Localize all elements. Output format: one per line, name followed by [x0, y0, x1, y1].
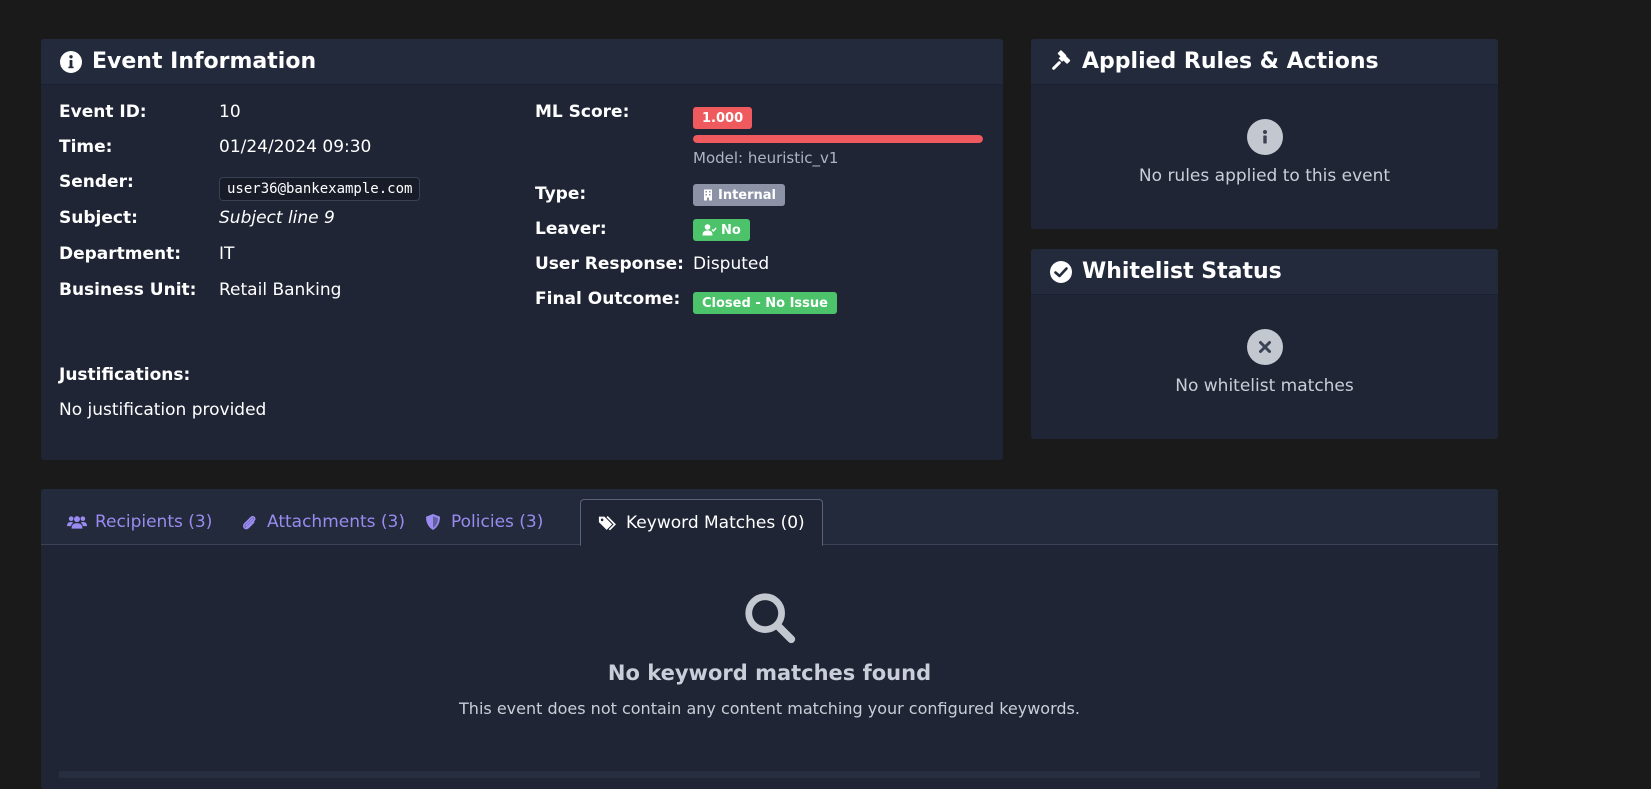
tab-policies-label: Policies (3): [451, 512, 544, 532]
whitelist-empty-state: No whitelist matches: [1031, 329, 1498, 396]
tab-keyword-matches[interactable]: Keyword Matches (0): [580, 499, 823, 546]
search-icon: [744, 593, 795, 644]
whitelist-status-title: Whitelist Status: [1082, 259, 1282, 284]
shield-icon: [426, 514, 440, 530]
keyword-empty-title: No keyword matches found: [607, 661, 932, 685]
justifications-value: No justification provided: [59, 400, 267, 420]
tab-recipients-label: Recipients (3): [95, 512, 213, 532]
users-icon: [67, 516, 87, 529]
whitelist-status-card: Whitelist Status No whitelist matches: [1031, 249, 1498, 439]
info-icon: [1246, 119, 1283, 155]
user-response-value: Disputed: [693, 254, 770, 274]
applied-rules-title: Applied Rules & Actions: [1082, 49, 1379, 74]
rules-empty-text: No rules applied to this event: [1138, 166, 1391, 186]
leaver-value: No: [721, 222, 741, 238]
event-details-tabs: Recipients (3) Attachments (3) Policies …: [41, 489, 1498, 789]
building-icon: [704, 189, 712, 201]
ml-model-text: Model: heuristic_v1: [693, 149, 839, 167]
sender-email: user36@bankexample.com: [219, 177, 421, 201]
event-id-value: 10: [219, 102, 241, 122]
tab-bar: Recipients (3) Attachments (3) Policies …: [41, 489, 1498, 546]
time-label: Time:: [59, 137, 113, 157]
ml-score-bar-fill: [693, 135, 983, 143]
ml-score-bar: [693, 135, 983, 143]
tab-attachments[interactable]: Attachments (3): [222, 499, 422, 545]
tab-policies[interactable]: Policies (3): [406, 499, 560, 545]
applied-rules-header: Applied Rules & Actions: [1031, 39, 1498, 85]
subject-label: Subject:: [59, 208, 138, 228]
type-label: Type:: [535, 184, 587, 204]
tab-attachments-label: Attachments (3): [267, 512, 406, 532]
user-check-icon: [702, 224, 717, 236]
type-value: Internal: [718, 187, 777, 203]
final-outcome-badge: Closed - No Issue: [693, 292, 837, 314]
sender-label: Sender:: [59, 172, 134, 192]
tab-recipients[interactable]: Recipients (3): [50, 499, 229, 545]
tags-icon: [598, 515, 616, 530]
department-value: IT: [219, 244, 235, 264]
keyword-empty-state: No keyword matches found This event does…: [41, 589, 1498, 718]
event-information-card: Event Information Event ID: 10 Time: 01/…: [41, 39, 1003, 460]
applied-rules-card: Applied Rules & Actions No rules applied…: [1031, 39, 1498, 229]
business-unit-value: Retail Banking: [219, 280, 342, 300]
leaver-badge: No: [693, 219, 750, 241]
event-information-header: Event Information: [41, 39, 1003, 85]
final-outcome-label: Final Outcome:: [535, 289, 681, 309]
panel-bottom-divider: [59, 771, 1480, 778]
whitelist-empty-text: No whitelist matches: [1175, 376, 1354, 396]
gavel-icon: [1049, 49, 1073, 74]
rules-empty-state: No rules applied to this event: [1031, 119, 1498, 186]
keyword-matches-panel: No keyword matches found This event does…: [41, 546, 1498, 789]
leaver-label: Leaver:: [535, 219, 607, 239]
ml-score-label: ML Score:: [535, 102, 630, 122]
paperclip-icon: [242, 515, 256, 530]
type-badge: Internal: [693, 184, 786, 206]
department-label: Department:: [59, 244, 182, 264]
business-unit-label: Business Unit:: [59, 280, 197, 300]
ml-score-badge: 1.000: [693, 107, 753, 129]
check-circle-icon: [1049, 260, 1073, 284]
event-information-title: Event Information: [92, 49, 317, 74]
keyword-empty-message: This event does not contain any content …: [459, 699, 1080, 718]
user-response-label: User Response:: [535, 254, 684, 274]
subject-value: Subject line 9: [219, 208, 335, 228]
tab-keyword-matches-label: Keyword Matches (0): [626, 512, 805, 533]
justifications-label: Justifications:: [59, 365, 191, 385]
whitelist-status-header: Whitelist Status: [1031, 249, 1498, 295]
info-circle-icon: [59, 50, 83, 74]
x-icon: [1246, 329, 1283, 365]
time-value: 01/24/2024 09:30: [219, 137, 372, 157]
event-id-label: Event ID:: [59, 102, 147, 122]
